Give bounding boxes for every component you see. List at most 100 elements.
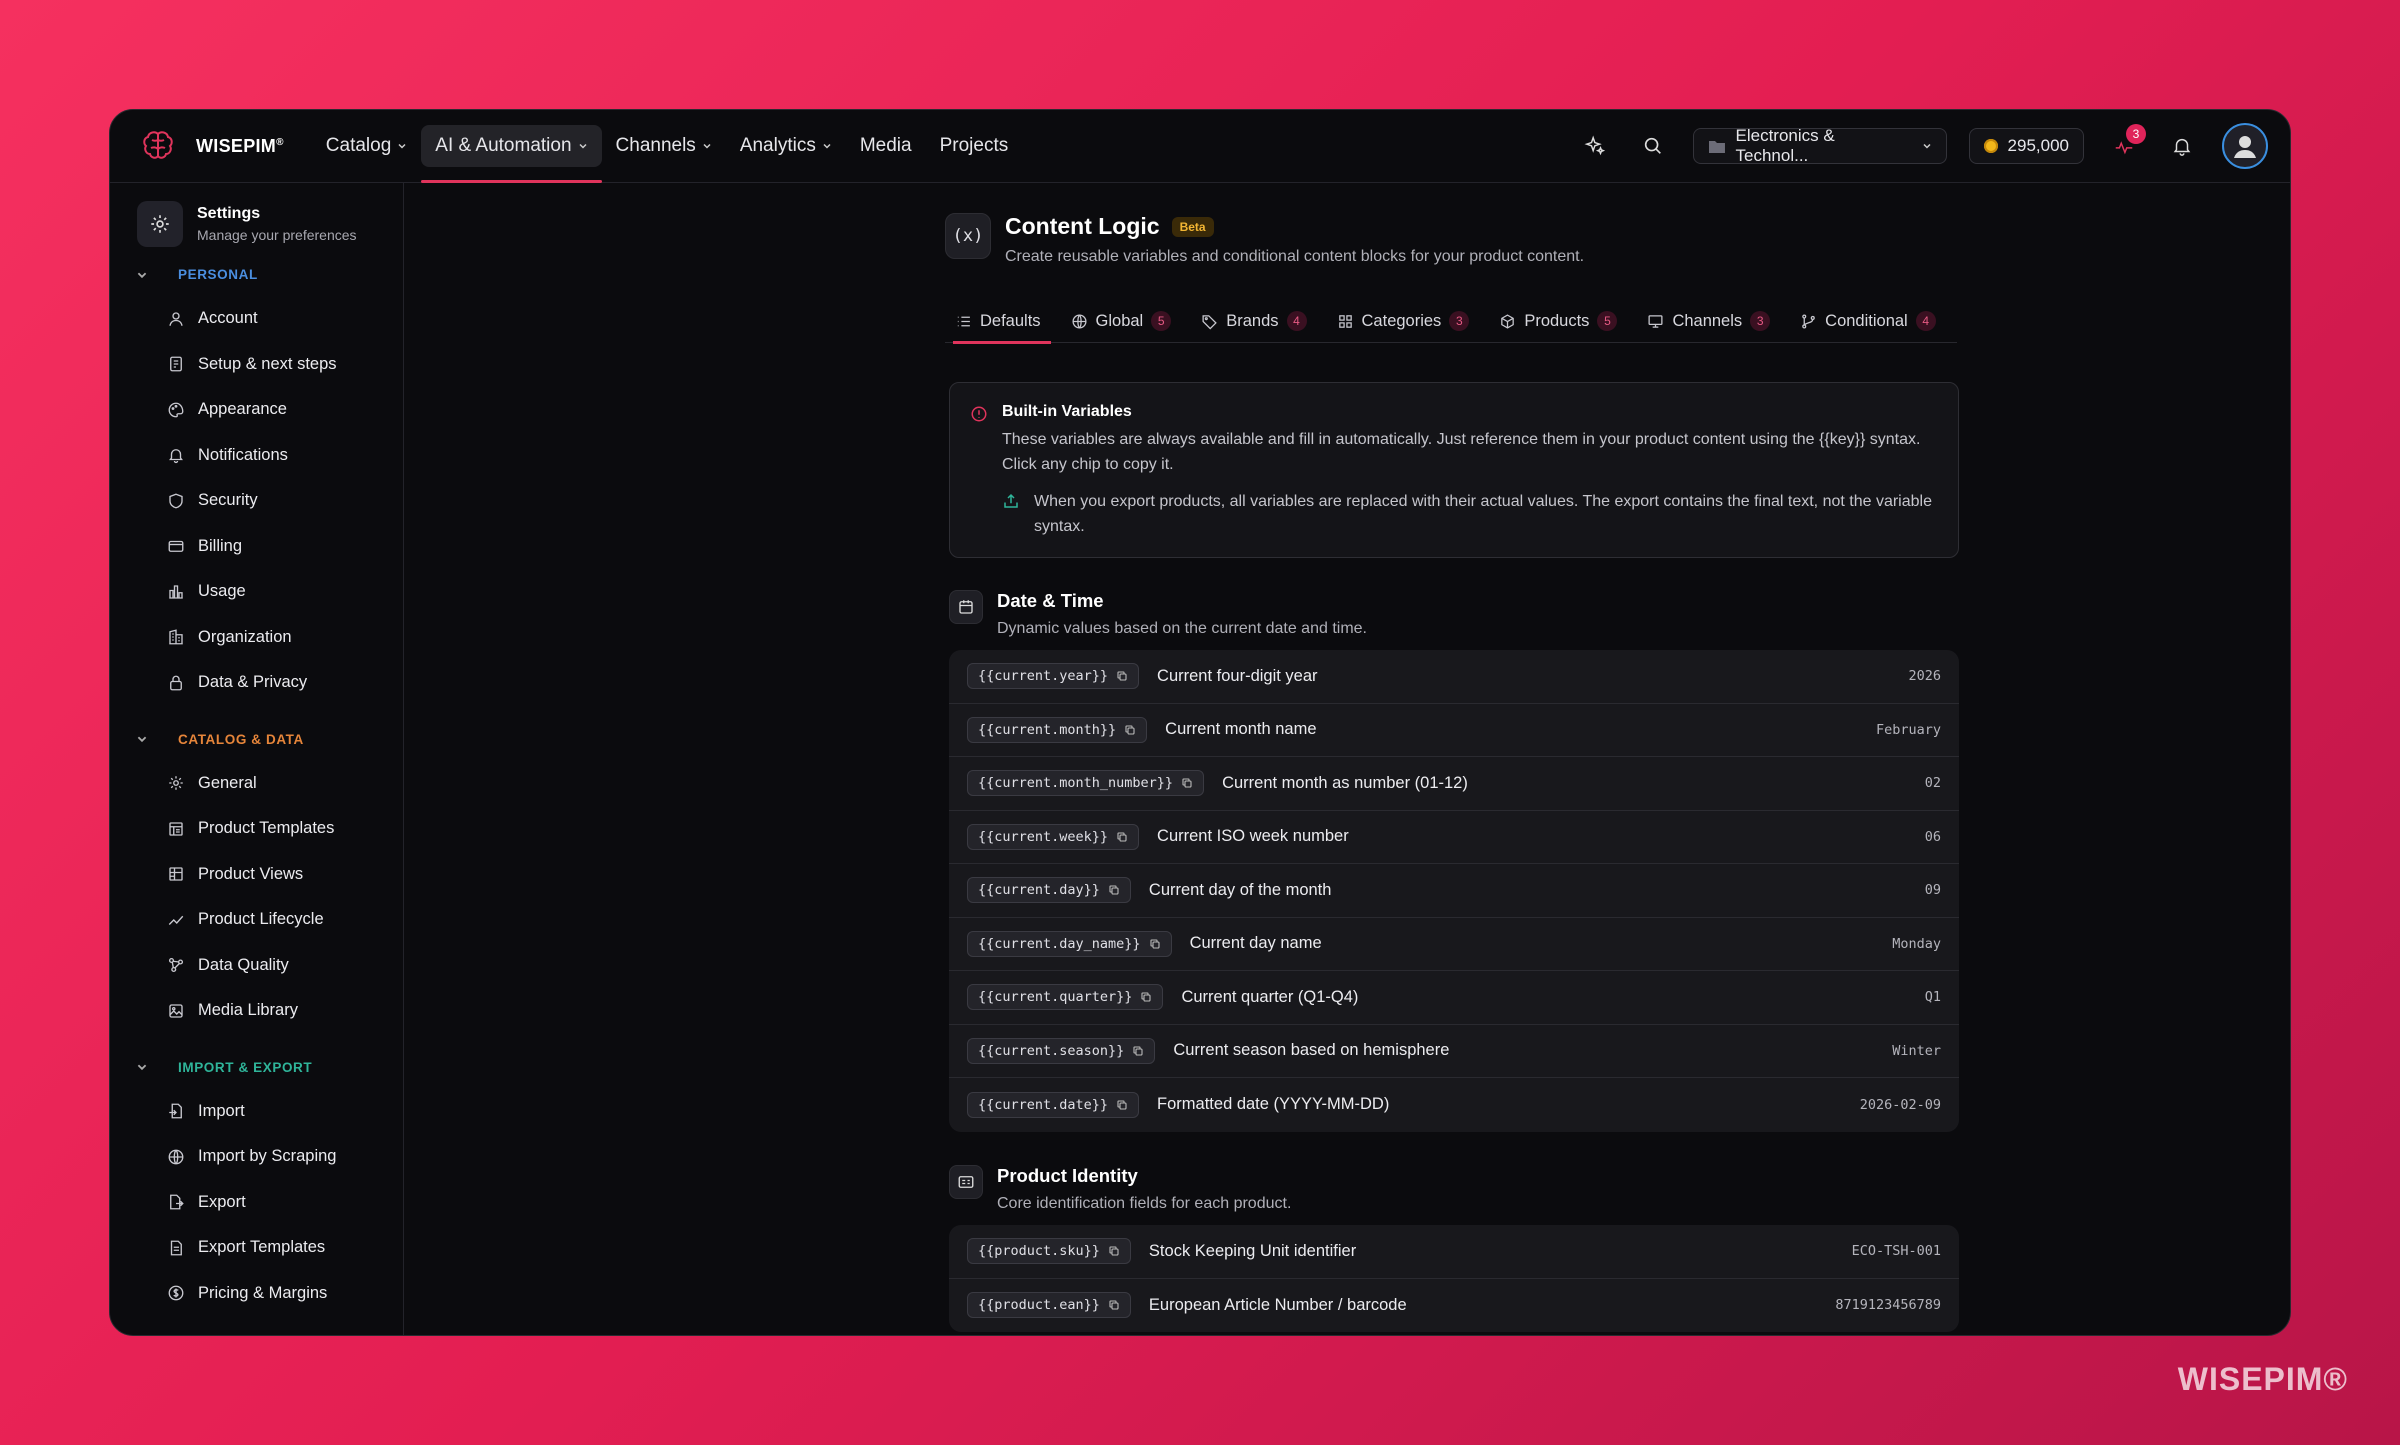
sidebar-item-media-library[interactable]: Media Library <box>110 988 403 1034</box>
page-title: Content Logic <box>1005 213 1160 239</box>
tab-count: 5 <box>1597 311 1618 331</box>
avatar[interactable] <box>2222 123 2268 169</box>
sidebar-item-organization[interactable]: Organization <box>110 615 403 661</box>
nav-analytics[interactable]: Analytics <box>726 110 846 183</box>
table-row: {{current.week}} Current ISO week number 0… <box>949 811 1959 864</box>
section-subtitle: Core identification fields for each prod… <box>997 1195 1292 1212</box>
credit-card-icon <box>168 541 184 553</box>
image-icon <box>169 1004 183 1018</box>
brain-logo-icon <box>143 131 173 159</box>
variable-description: Current day of the month <box>1148 880 1332 899</box>
activity-button[interactable]: 3 <box>2106 124 2146 164</box>
gear-icon <box>137 201 183 247</box>
tab-products[interactable]: Products 5 <box>1489 299 1627 343</box>
variable-value: February <box>1875 721 1941 738</box>
sidebar-item-export[interactable]: Export <box>110 1180 403 1226</box>
sparkle-icon <box>1584 135 1605 156</box>
variable-value: Winter <box>1892 1042 1941 1059</box>
copy-icon <box>1125 725 1135 735</box>
nav-catalog[interactable]: Catalog <box>312 110 422 183</box>
nav-media[interactable]: Media <box>846 110 926 183</box>
sidebar-item-product-views[interactable]: Product Views <box>110 852 403 898</box>
calendar-icon <box>949 590 983 624</box>
monitor-icon <box>1648 314 1663 328</box>
copy-icon <box>1133 1046 1143 1056</box>
sidebar-item-product-lifecycle[interactable]: Product Lifecycle <box>110 897 403 943</box>
variable-chip[interactable]: {{current.quarter}} <box>967 984 1164 1011</box>
chevron-down-icon <box>579 143 587 149</box>
search-button[interactable] <box>1635 128 1671 164</box>
tab-count: 3 <box>1449 311 1470 331</box>
variable-chip[interactable]: {{current.season}} <box>967 1037 1156 1064</box>
sidebar-item-notifications[interactable]: Notifications <box>110 433 403 479</box>
sidebar-item-product-templates[interactable]: Product Templates <box>110 806 403 852</box>
list-icon <box>957 316 970 326</box>
sidebar-item-export-templates[interactable]: Export Templates <box>110 1225 403 1271</box>
sidebar-item-import[interactable]: Import <box>110 1089 403 1135</box>
variable-description: Current ISO week number <box>1157 827 1349 846</box>
globe-icon <box>168 1149 184 1165</box>
notification-count-badge: 3 <box>2126 124 2146 144</box>
nav-channels[interactable]: Channels <box>602 110 726 183</box>
variable-description: Stock Keeping Unit identifier <box>1148 1241 1357 1260</box>
sidebar-item-security[interactable]: Security <box>110 478 403 524</box>
trend-line-icon <box>168 915 184 925</box>
beta-badge: Beta <box>1171 216 1214 237</box>
store-selector[interactable]: Electronics & Technol... <box>1692 126 1947 165</box>
variable-chip[interactable]: {{current.date}} <box>967 1091 1140 1118</box>
variable-chip[interactable]: {{product.ean}} <box>967 1292 1131 1319</box>
table-row: {{current.month}} Current month name Febru… <box>949 704 1959 757</box>
nav-ai-automation[interactable]: AI & Automation <box>421 110 602 183</box>
section-personal[interactable]: PERSONAL <box>136 267 403 282</box>
nav-projects[interactable]: Projects <box>926 110 1023 183</box>
variable-value: Q1 <box>1924 989 1941 1006</box>
section-catalog-data[interactable]: CATALOG & DATA <box>136 732 403 747</box>
product-identity-table: {{product.sku}} Stock Keeping Unit identi… <box>949 1225 1959 1332</box>
copy-icon <box>1109 885 1119 895</box>
section-import-export[interactable]: IMPORT & EXPORT <box>136 1060 403 1075</box>
sidebar-item-data-privacy[interactable]: Data & Privacy <box>110 660 403 706</box>
sidebar-item-setup[interactable]: Setup & next steps <box>110 342 403 388</box>
settings-title: Settings <box>197 205 261 222</box>
sidebar-item-account[interactable]: Account <box>110 296 403 342</box>
sidebar-item-pricing-margins[interactable]: Pricing & Margins <box>110 1271 403 1317</box>
chevron-down-icon <box>137 272 147 278</box>
table-row: {{current.month_number}} Current month as… <box>949 757 1959 811</box>
variable-description: Current quarter (Q1-Q4) <box>1181 987 1359 1006</box>
variable-chip[interactable]: {{current.month_number}} <box>967 770 1205 797</box>
palette-icon <box>168 402 184 418</box>
table-row: {{current.year}} Current four-digit year 2… <box>949 650 1959 704</box>
table-row: {{product.sku}} Stock Keeping Unit identi… <box>949 1225 1959 1279</box>
credits-balance[interactable]: 295,000 <box>1968 128 2084 164</box>
date-time-section: Date & Time Dynamic values based on the … <box>949 590 1959 1132</box>
tab-global[interactable]: Global 5 <box>1061 299 1182 343</box>
logo[interactable]: WISEPIM® <box>138 126 284 166</box>
copy-icon <box>1109 1246 1119 1256</box>
variable-value: 09 <box>1924 882 1941 899</box>
variable-description: European Article Number / barcode <box>1148 1295 1407 1314</box>
variable-chip[interactable]: {{current.year}} <box>967 663 1140 690</box>
sidebar-item-import-scraping[interactable]: Import by Scraping <box>110 1134 403 1180</box>
tab-categories[interactable]: Categories 3 <box>1327 299 1480 343</box>
template-icon <box>169 822 183 836</box>
folder-icon <box>1708 141 1725 153</box>
git-branch-icon <box>1802 313 1815 329</box>
tab-count: 3 <box>1750 311 1771 331</box>
tab-brands[interactable]: Brands 4 <box>1191 299 1316 343</box>
variable-value: 2026 <box>1908 668 1941 685</box>
notifications-button[interactable] <box>2164 128 2200 164</box>
variable-chip[interactable]: {{current.day_name}} <box>967 930 1172 957</box>
sidebar-item-usage[interactable]: Usage <box>110 569 403 615</box>
variable-chip[interactable]: {{product.sku}} <box>967 1238 1131 1265</box>
tab-channels[interactable]: Channels 3 <box>1637 299 1780 343</box>
sidebar-item-billing[interactable]: Billing <box>110 524 403 570</box>
tab-conditional[interactable]: Conditional 4 <box>1790 299 1946 343</box>
sidebar-item-general[interactable]: General <box>110 761 403 807</box>
variable-chip[interactable]: {{current.week}} <box>967 823 1140 850</box>
sidebar-item-data-quality[interactable]: Data Quality <box>110 943 403 989</box>
variable-chip[interactable]: {{current.day}} <box>967 877 1131 904</box>
ai-sparkle-button[interactable] <box>1577 128 1613 164</box>
tab-defaults[interactable]: Defaults <box>945 299 1051 344</box>
sidebar-item-appearance[interactable]: Appearance <box>110 387 403 433</box>
variable-chip[interactable]: {{current.month}} <box>967 716 1148 743</box>
